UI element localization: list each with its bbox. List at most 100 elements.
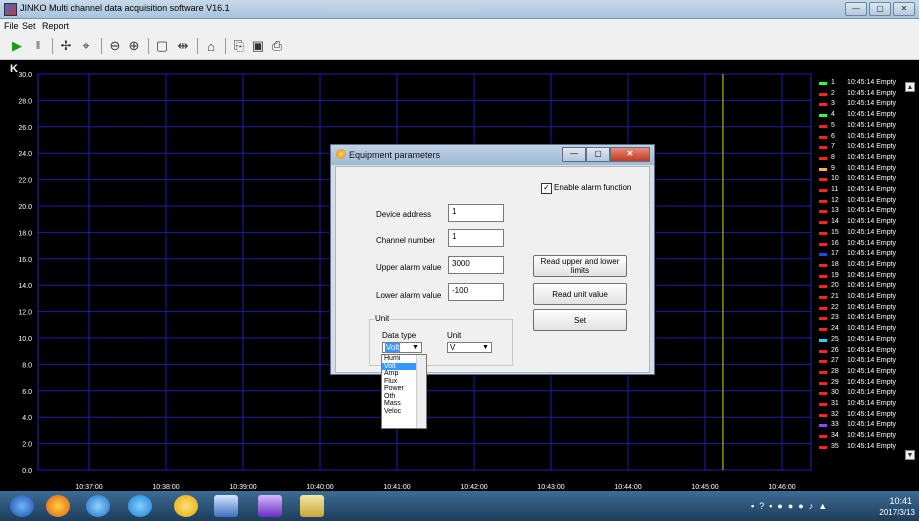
- app-title-bar: JINKO Multi channel data acquisition sof…: [0, 0, 919, 19]
- volume-icon[interactable]: ♪: [809, 501, 814, 511]
- clock-time[interactable]: 10:41: [872, 496, 912, 506]
- legend-channel-status: 10:45:14 Empty: [847, 164, 897, 172]
- legend-channel-status: 10:45:14 Empty: [847, 250, 897, 258]
- chevron-down-icon: ▼: [482, 344, 489, 351]
- dialog-close-button[interactable]: ✕: [610, 147, 650, 162]
- legend-channel-number: 11: [831, 186, 839, 193]
- legend-color-swatch: [819, 103, 827, 107]
- legend-channel-number: 32: [831, 410, 839, 418]
- unit-group-label: Unit: [374, 314, 391, 323]
- data-type-option[interactable]: Oth: [382, 393, 416, 401]
- legend-channel-status: 10:45:14 Empty: [847, 111, 897, 119]
- data-type-option[interactable]: Humi: [382, 355, 416, 363]
- menu-file[interactable]: File: [4, 21, 19, 31]
- menu-report[interactable]: Report: [42, 21, 69, 31]
- legend-channel-status: 10:45:14 Empty: [847, 314, 897, 322]
- maximize-button[interactable]: ▢: [869, 2, 891, 16]
- viewer-icon[interactable]: [258, 495, 282, 517]
- y-tick-label: 14.0: [18, 283, 32, 290]
- legend-color-swatch: [819, 338, 827, 342]
- legend-channel-status: 10:45:14 Empty: [847, 389, 897, 397]
- clock-date[interactable]: 2017/3/13: [869, 508, 915, 517]
- zoom-out-icon[interactable]: ⊖: [106, 37, 124, 55]
- legend-channel-status: 10:45:14 Empty: [847, 89, 897, 97]
- dialog-body: ✓ Enable alarm function Device address 1…: [335, 166, 650, 373]
- y-tick-label: 26.0: [18, 125, 32, 132]
- word-icon[interactable]: [214, 495, 238, 517]
- legend-scroll-up-button[interactable]: ▲: [905, 82, 915, 92]
- save-icon[interactable]: ▣: [249, 37, 267, 55]
- legend-color-swatch: [819, 274, 827, 278]
- legend-channel-status: 10:45:14 Empty: [847, 325, 897, 333]
- upper-alarm-field[interactable]: 3000: [448, 256, 504, 274]
- minimize-button[interactable]: —: [845, 2, 867, 16]
- unit-select[interactable]: V ▼: [447, 342, 492, 353]
- read-limits-button[interactable]: Read upper and lower limits: [533, 255, 627, 277]
- tray-icon[interactable]: ●: [777, 501, 782, 511]
- dialog-minimize-button[interactable]: —: [562, 147, 586, 162]
- tray-icon[interactable]: ●: [788, 501, 793, 511]
- legend-scroll-down-button[interactable]: ▼: [905, 450, 915, 460]
- start-button[interactable]: [10, 495, 34, 517]
- fit-icon[interactable]: ⇹: [174, 37, 192, 55]
- play-icon[interactable]: ▶: [8, 37, 26, 55]
- legend-channel-number: 13: [831, 207, 839, 215]
- pause-icon[interactable]: ‖: [29, 37, 47, 55]
- chevron-down-icon: ▼: [412, 344, 419, 351]
- data-type-option[interactable]: Power: [382, 385, 416, 393]
- app-tray-icon[interactable]: [46, 495, 70, 517]
- browser2-icon[interactable]: [128, 495, 152, 517]
- legend-color-swatch: [819, 392, 827, 396]
- data-type-option[interactable]: Mass: [382, 400, 416, 408]
- legend-channel-number: 18: [831, 260, 839, 268]
- device-address-field[interactable]: 1: [448, 204, 504, 222]
- data-type-option[interactable]: Flux: [382, 378, 416, 386]
- legend-channel-number: 7: [831, 143, 835, 151]
- browser-icon[interactable]: [86, 495, 110, 517]
- read-unit-button[interactable]: Read unit value: [533, 283, 627, 305]
- toolbar-separator: [148, 38, 149, 54]
- pan-icon[interactable]: ✢: [57, 37, 75, 55]
- zoom-in-icon[interactable]: ⊕: [125, 37, 143, 55]
- print-icon[interactable]: ⎙: [268, 37, 286, 55]
- legend-channel-number: 5: [831, 121, 835, 129]
- legend-channel-status: 10:45:14 Empty: [847, 175, 897, 183]
- legend-channel-number: 10: [831, 175, 839, 183]
- dialog-window-controls: — ▢ ✕: [562, 147, 650, 162]
- enable-alarm-checkbox[interactable]: ✓: [541, 183, 552, 194]
- channel-number-field[interactable]: 1: [448, 229, 504, 247]
- tray-icon[interactable]: ▪: [751, 501, 754, 511]
- tray-icon[interactable]: ●: [798, 501, 803, 511]
- data-type-option[interactable]: Veloc: [382, 408, 416, 416]
- data-type-option[interactable]: Volt: [382, 362, 416, 370]
- legend-channel-number: 14: [831, 218, 839, 226]
- y-tick-label: 8.0: [22, 362, 32, 369]
- data-type-select[interactable]: Volt ▼: [382, 342, 422, 353]
- set-button[interactable]: Set: [533, 309, 627, 331]
- explorer-icon[interactable]: [300, 495, 324, 517]
- legend-channel-number: 8: [831, 153, 835, 161]
- app-shortcut-icon[interactable]: [174, 495, 198, 517]
- legend-color-swatch: [819, 349, 827, 353]
- lower-alarm-field[interactable]: -100: [448, 283, 504, 301]
- close-button[interactable]: ✕: [893, 2, 915, 16]
- legend-color-swatch: [819, 231, 827, 235]
- menu-set[interactable]: Set: [22, 21, 36, 31]
- data-type-option[interactable]: Amp: [382, 370, 416, 378]
- dialog-maximize-button[interactable]: ▢: [586, 147, 610, 162]
- help-icon[interactable]: ?: [759, 501, 764, 511]
- copy-icon[interactable]: ⎘: [230, 37, 248, 55]
- select-box-icon[interactable]: ▢: [153, 37, 171, 55]
- properties-icon[interactable]: ⌂: [202, 37, 220, 55]
- zoom-cursor-icon[interactable]: ⌖: [77, 37, 95, 55]
- network-icon[interactable]: ▲: [818, 501, 827, 511]
- legend-color-swatch: [819, 413, 827, 417]
- y-tick-label: 0.0: [22, 468, 32, 475]
- legend-channel-number: 12: [831, 196, 839, 204]
- dropdown-scrollbar[interactable]: [416, 355, 426, 428]
- upper-alarm-label: Upper alarm value: [376, 263, 442, 272]
- legend-channel-number: 22: [831, 303, 839, 311]
- tray-icon[interactable]: ▪: [769, 501, 772, 511]
- legend-color-swatch: [819, 124, 827, 128]
- legend-color-swatch: [819, 424, 827, 428]
